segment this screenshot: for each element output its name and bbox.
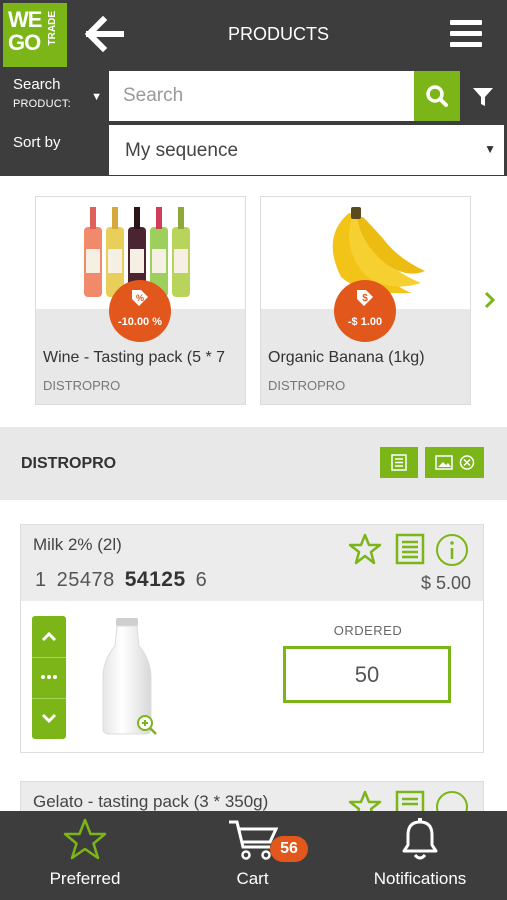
caret-down-icon: ▼ [91, 91, 102, 103]
search-scope-dropdown[interactable]: Search PRODUCT: ▼ [3, 71, 107, 121]
product-name: Milk 2% (2l) [33, 535, 122, 554]
tag-dollar-icon: $ [357, 290, 373, 306]
sort-select[interactable]: My sequence ▼ [109, 125, 504, 175]
product-card: Milk 2% (2l) 1 25478 54125 6 $ 5.00 ORDE… [20, 524, 484, 753]
hamburger-menu-icon[interactable] [450, 20, 486, 50]
discount-badge: % -10.00 % [109, 280, 171, 342]
info-icon[interactable] [435, 533, 469, 567]
star-icon [63, 818, 107, 860]
promo-supplier: DISTROPRO [268, 378, 346, 393]
chevron-up-icon[interactable] [32, 616, 66, 657]
svg-text:$: $ [362, 293, 368, 304]
ordered-label: ORDERED [333, 623, 403, 638]
product-price: $ 5.00 [420, 573, 471, 593]
list-view-icon[interactable] [395, 533, 425, 565]
search-icon[interactable] [414, 71, 460, 121]
quantity-stepper [32, 616, 66, 739]
promo-product-name: Wine - Tasting pack (5 * 7 [43, 349, 226, 366]
promo-card[interactable]: % -10.00 % Wine - Tasting pack (5 * 7 DI… [35, 196, 246, 405]
more-icon[interactable] [32, 657, 66, 698]
tag-percent-icon: % [132, 290, 148, 306]
product-name: Gelato - tasting pack (3 * 350g) [33, 792, 269, 811]
back-arrow-icon[interactable] [84, 15, 125, 53]
search-input[interactable] [109, 71, 414, 121]
product-codes: 1 25478 54125 6 [35, 568, 208, 591]
cart-count-badge: 56 [270, 836, 308, 862]
promo-supplier: DISTROPRO [43, 378, 121, 393]
sort-label: Sort by [13, 134, 61, 151]
search-bar: Search PRODUCT: ▼ [0, 68, 507, 124]
app-header: WE GO TRADE PRODUCTS [0, 0, 507, 68]
sort-bar: Sort by My sequence ▼ [0, 124, 507, 176]
promo-card[interactable]: $ -$ 1.00 Organic Banana (1kg) DISTROPRO [260, 196, 471, 405]
filter-icon[interactable] [460, 71, 504, 121]
chevron-right-icon[interactable] [481, 288, 499, 312]
bottom-navigation: Preferred Cart 56 Notifications [0, 811, 507, 900]
bell-icon [402, 818, 438, 860]
caret-down-icon: ▼ [484, 142, 496, 156]
nav-notifications[interactable]: Notifications [360, 811, 480, 900]
ordered-quantity-input[interactable]: 50 [283, 646, 451, 703]
supplier-section-header: DISTROPRO [0, 427, 507, 500]
star-icon[interactable] [348, 533, 382, 565]
list-view-icon[interactable] [380, 447, 418, 478]
svg-text:%: % [136, 293, 144, 303]
image-view-icon[interactable] [425, 447, 484, 478]
zoom-in-icon[interactable] [135, 713, 159, 737]
product-card-header: Milk 2% (2l) 1 25478 54125 6 $ 5.00 [21, 525, 483, 601]
nav-preferred[interactable]: Preferred [20, 811, 150, 900]
page-title: PRODUCTS [227, 24, 329, 44]
supplier-name: DISTROPRO [21, 455, 117, 472]
promotions-carousel: % -10.00 % Wine - Tasting pack (5 * 7 DI… [0, 176, 507, 422]
chevron-down-icon[interactable] [32, 698, 66, 739]
promo-product-name: Organic Banana (1kg) [268, 349, 425, 366]
wegotrade-logo[interactable]: WE GO TRADE [3, 3, 67, 67]
discount-badge: $ -$ 1.00 [334, 280, 396, 342]
